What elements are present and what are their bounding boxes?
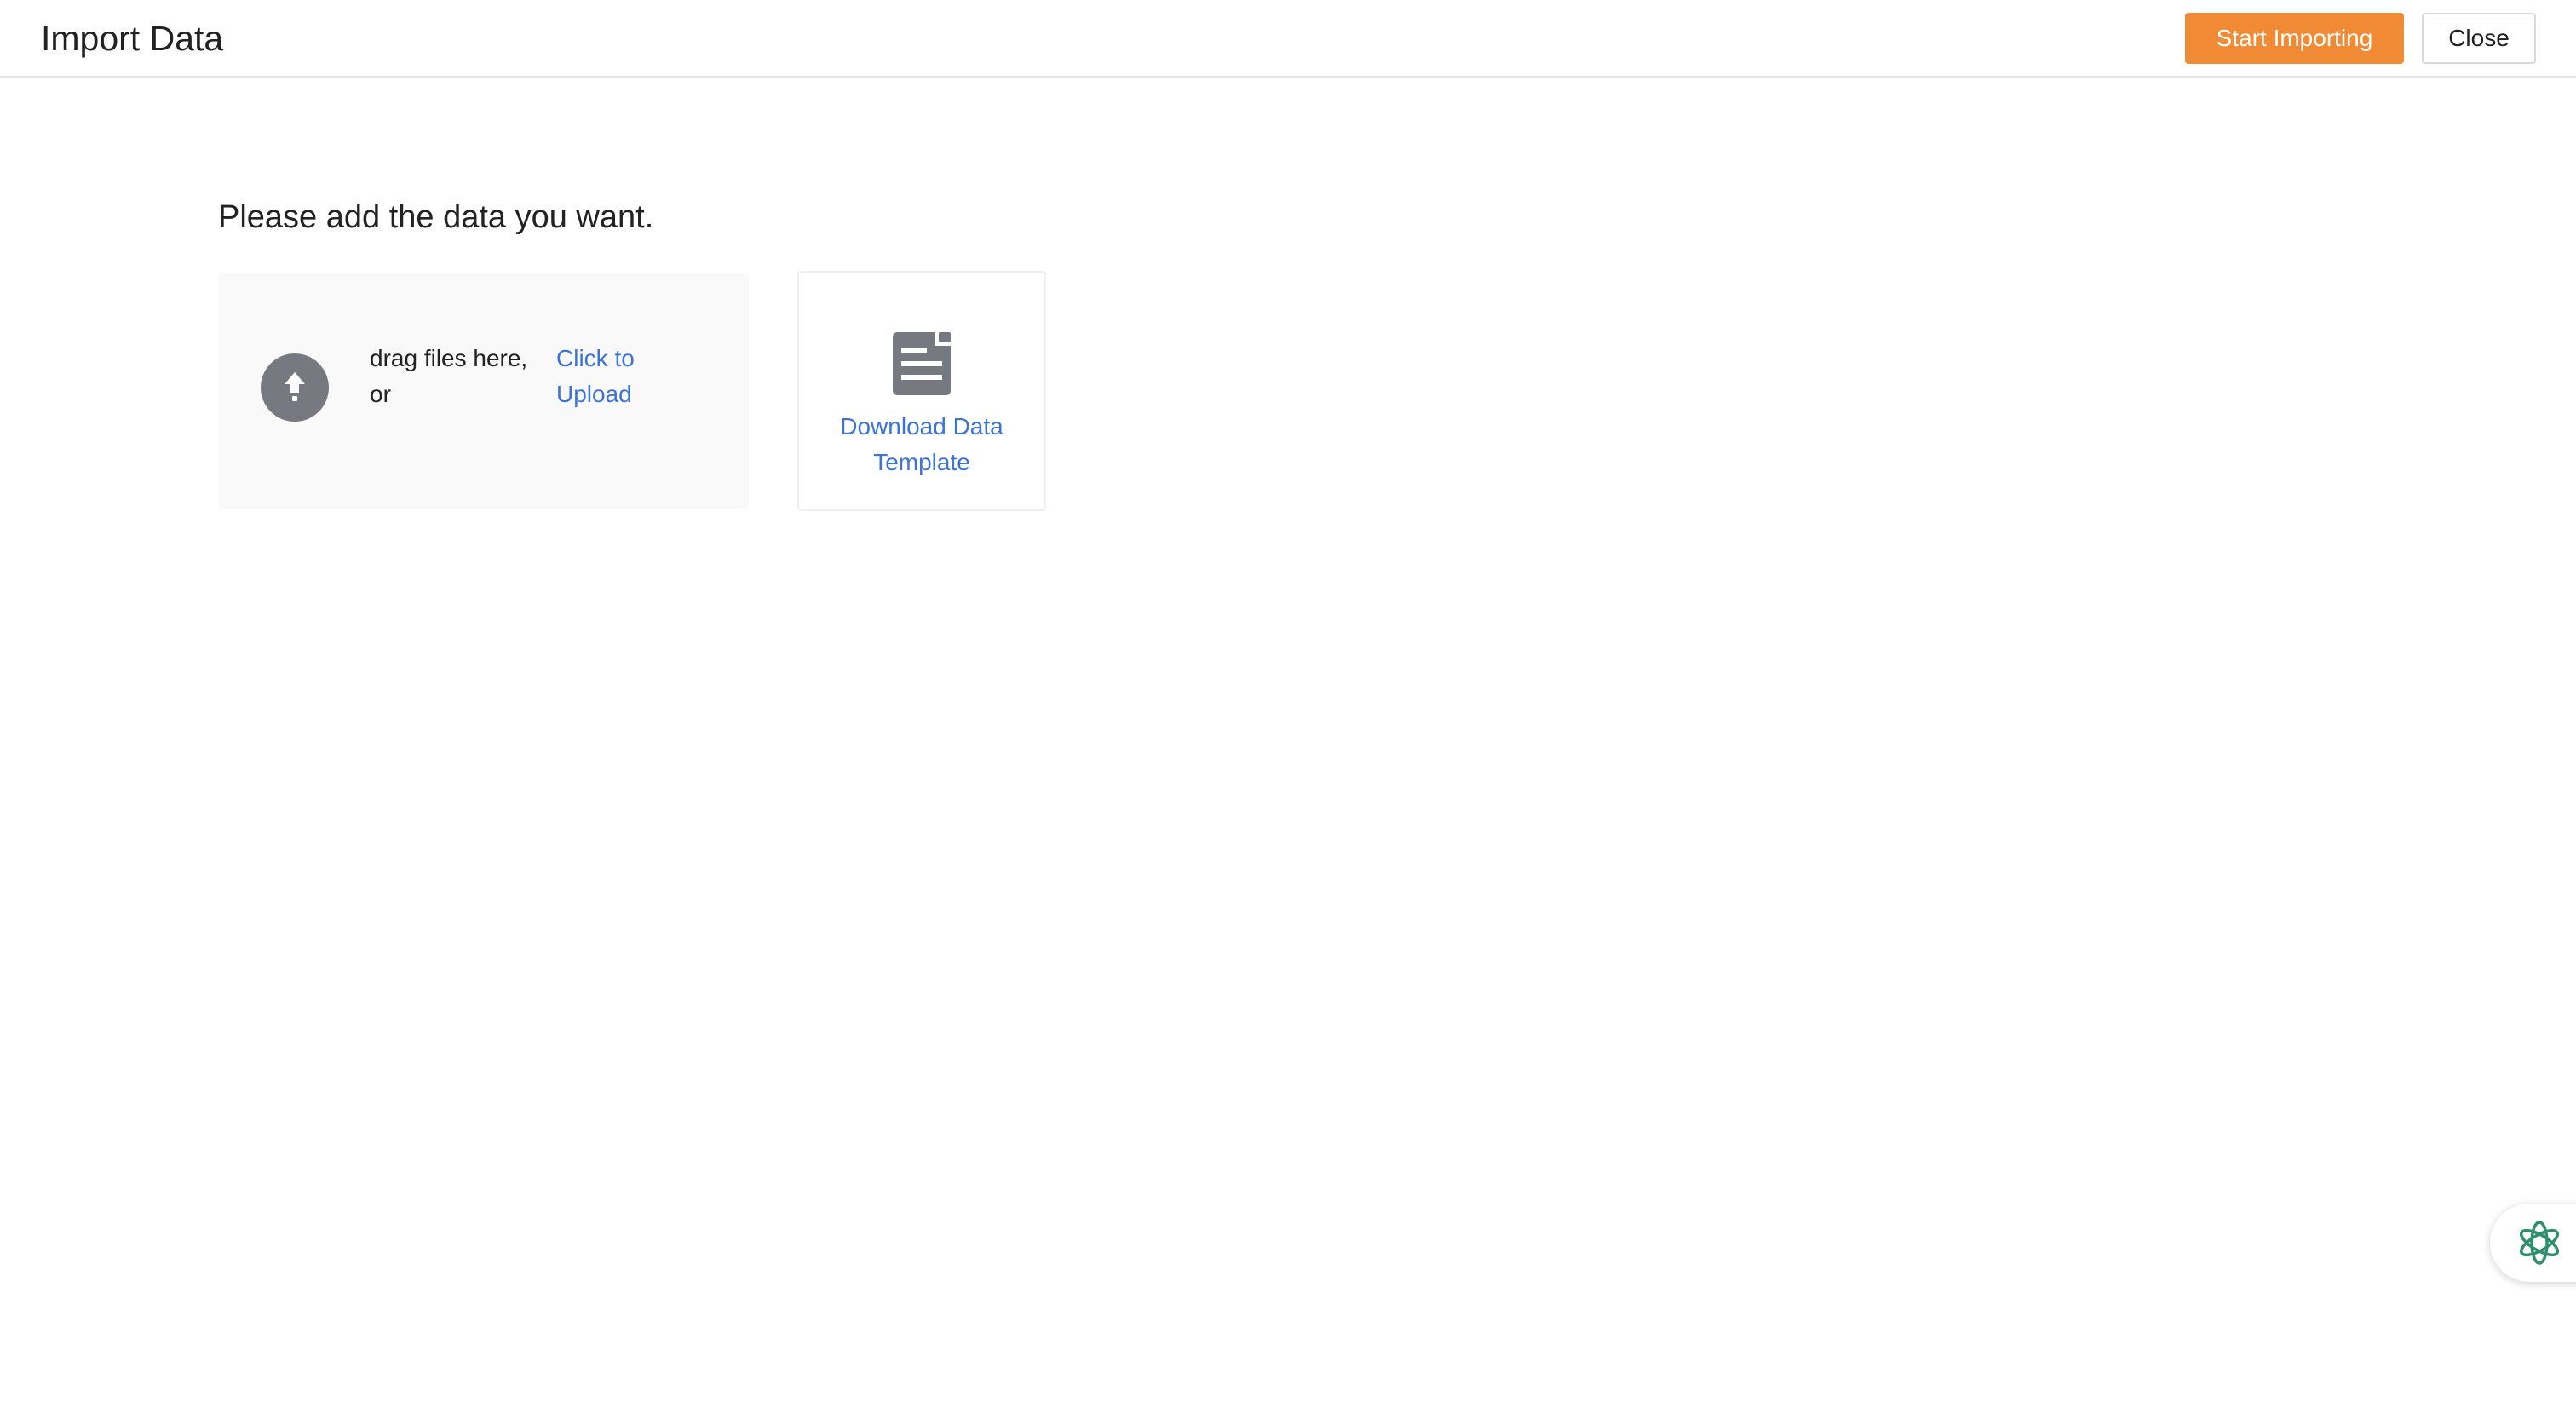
close-button[interactable]: Close [2422, 13, 2536, 64]
drag-files-text: drag files here, or [370, 345, 528, 407]
document-icon [893, 332, 954, 395]
download-template-link[interactable]: Download Data Template [799, 409, 1044, 480]
ai-assistant-icon [2519, 1221, 2560, 1265]
assistant-float-button[interactable] [2490, 1204, 2576, 1282]
file-dropzone[interactable]: drag files here, or Click to Upload [218, 273, 749, 509]
click-to-upload-link[interactable]: Click to Upload [556, 341, 667, 412]
page-title: Import Data [41, 19, 224, 58]
dialog-header: Import Data Start Importing Close [0, 0, 2576, 78]
upload-arrow-icon [261, 353, 329, 422]
start-importing-button[interactable]: Start Importing [2185, 13, 2404, 64]
instruction-text: Please add the data you want. [218, 199, 654, 235]
download-template-card[interactable]: Download Data Template [797, 271, 1046, 511]
